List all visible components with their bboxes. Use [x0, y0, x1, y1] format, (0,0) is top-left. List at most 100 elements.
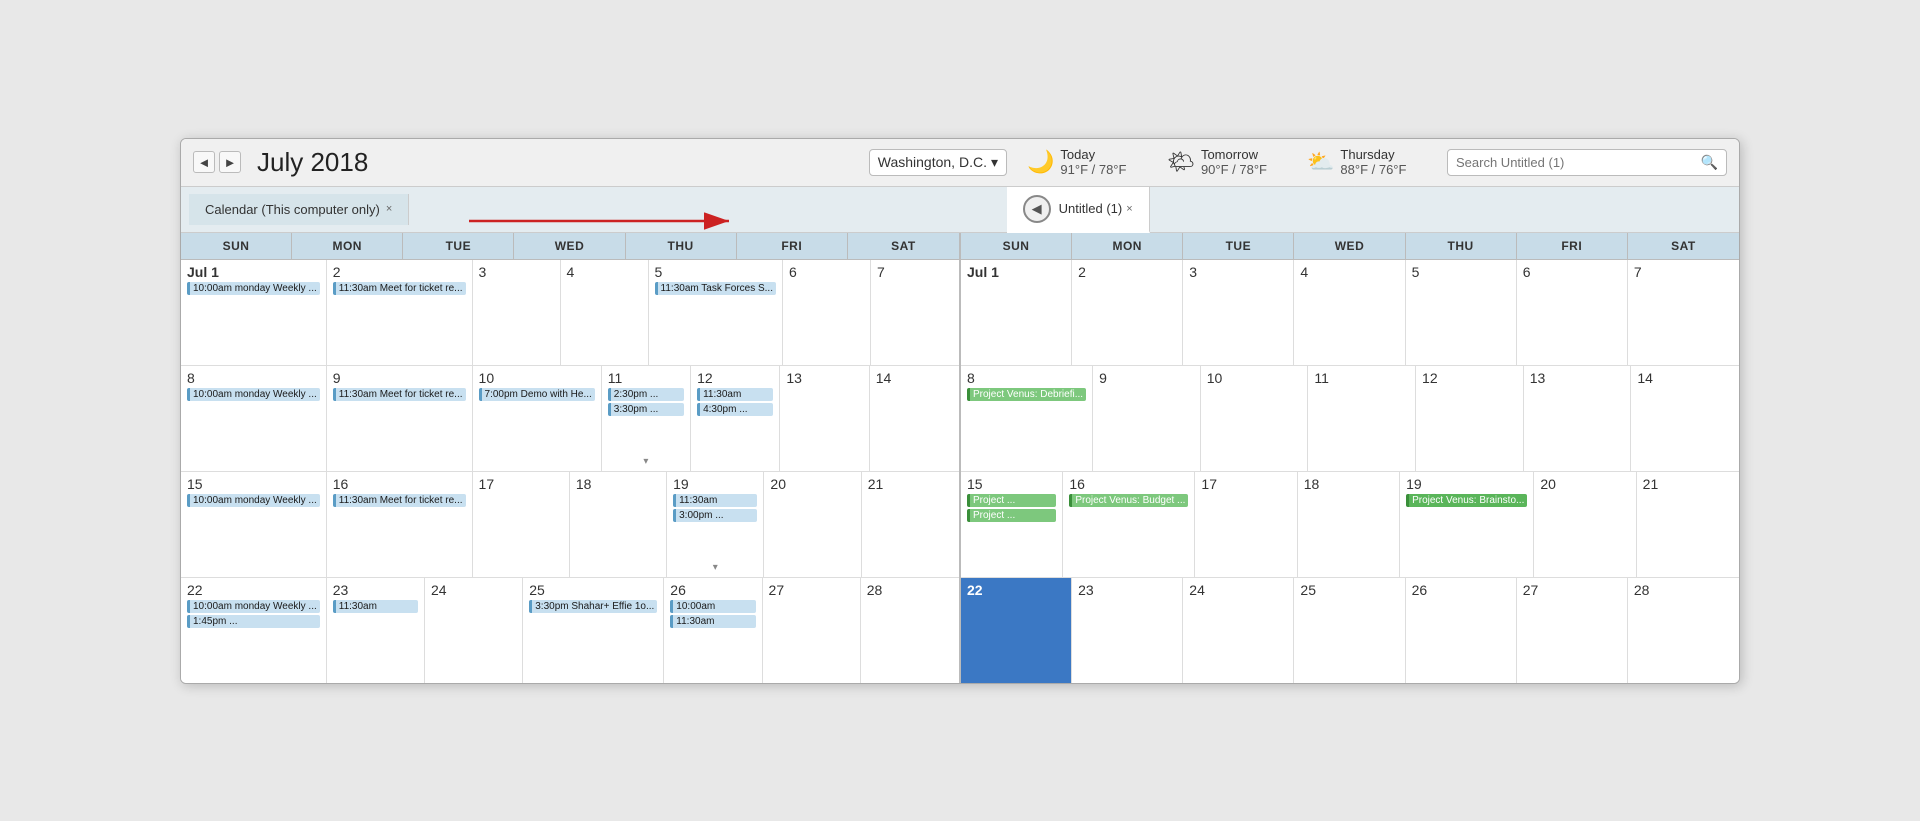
top-bar: ◄ ► July 2018 Washington, D.C. ▾ 🌙 Today…: [181, 139, 1739, 187]
right-day-27[interactable]: 27: [1517, 578, 1628, 683]
right-day-9[interactable]: 9: [1093, 366, 1201, 471]
left-day-10[interactable]: 10 7:00pm Demo with He...: [473, 366, 602, 471]
left-day-11[interactable]: 11 2:30pm ... 3:30pm ... ▾: [602, 366, 691, 471]
left-week-2: 8 10:00am monday Weekly ... 9 11:30am Me…: [181, 366, 959, 472]
left-header-wed: WED: [514, 233, 625, 259]
right-day-10[interactable]: 10: [1201, 366, 1309, 471]
right-week-1: Jul 1 2 3 4 5 6 7: [961, 260, 1739, 366]
left-day-7[interactable]: 7: [871, 260, 959, 365]
tab-back-button[interactable]: ◀: [1023, 195, 1051, 223]
left-day-24[interactable]: 24: [425, 578, 523, 683]
weather-thursday: ⛅ Thursday 88°F / 76°F: [1307, 147, 1427, 177]
left-day-20[interactable]: 20: [764, 472, 861, 577]
right-day-17[interactable]: 17: [1195, 472, 1297, 577]
tab-left-close[interactable]: ×: [386, 203, 392, 215]
weather-tomorrow: 🌤 Tomorrow 90°F / 78°F: [1167, 147, 1287, 177]
right-day-jul1[interactable]: Jul 1: [961, 260, 1072, 365]
left-day-13[interactable]: 13: [780, 366, 869, 471]
left-day-6[interactable]: 6: [783, 260, 871, 365]
left-day-5[interactable]: 5 11:30am Task Forces S...: [649, 260, 783, 365]
left-day-jul1[interactable]: Jul 1 10:00am monday Weekly ...: [181, 260, 327, 365]
dropdown-indicator-19: ▾: [713, 562, 718, 573]
right-header-sat: SAT: [1628, 233, 1739, 259]
left-day-21[interactable]: 21: [862, 472, 959, 577]
right-day-18[interactable]: 18: [1298, 472, 1400, 577]
right-header-tue: TUE: [1183, 233, 1294, 259]
right-day-7[interactable]: 7: [1628, 260, 1739, 365]
weather-today-icon: 🌙: [1027, 149, 1054, 175]
right-header-mon: MON: [1072, 233, 1183, 259]
right-day-15[interactable]: 15 Project ... Project ...: [961, 472, 1063, 577]
left-day-17[interactable]: 17: [473, 472, 570, 577]
next-month-button[interactable]: ►: [219, 151, 241, 173]
left-week-1: Jul 1 10:00am monday Weekly ... 2 11:30a…: [181, 260, 959, 366]
weather-thursday-icon: ⛅: [1307, 149, 1334, 175]
right-day-21[interactable]: 21: [1637, 472, 1739, 577]
left-header-tue: TUE: [403, 233, 514, 259]
right-day-11[interactable]: 11: [1308, 366, 1416, 471]
right-day-26[interactable]: 26: [1406, 578, 1517, 683]
left-day-26[interactable]: 26 10:00am 11:30am: [664, 578, 762, 683]
right-day-13[interactable]: 13: [1524, 366, 1632, 471]
calendar-right: SUN MON TUE WED THU FRI SAT Jul 1 2 3 4 …: [961, 233, 1739, 683]
left-day-16[interactable]: 16 11:30am Meet for ticket re...: [327, 472, 473, 577]
month-title: July 2018: [257, 147, 417, 178]
tab-left-calendar[interactable]: Calendar (This computer only) ×: [189, 194, 409, 225]
left-header-fri: FRI: [737, 233, 848, 259]
right-day-23[interactable]: 23: [1072, 578, 1183, 683]
right-day-28[interactable]: 28: [1628, 578, 1739, 683]
right-day-2[interactable]: 2: [1072, 260, 1183, 365]
weather-tomorrow-icon: 🌤: [1167, 149, 1195, 175]
calendars-container: SUN MON TUE WED THU FRI SAT Jul 1 10:00a…: [181, 233, 1739, 683]
left-header-sat: SAT: [848, 233, 959, 259]
right-day-16[interactable]: 16 Project Venus: Budget ...: [1063, 472, 1195, 577]
right-day-20[interactable]: 20: [1534, 472, 1636, 577]
right-day-24[interactable]: 24: [1183, 578, 1294, 683]
tabs-row: Calendar (This computer only) × ◀ Untitl…: [181, 187, 1739, 233]
left-day-8[interactable]: 8 10:00am monday Weekly ...: [181, 366, 327, 471]
weather-tomorrow-day: Tomorrow: [1201, 147, 1267, 162]
left-day-18[interactable]: 18: [570, 472, 667, 577]
left-day-2[interactable]: 2 11:30am Meet for ticket re...: [327, 260, 473, 365]
app-window: ◄ ► July 2018 Washington, D.C. ▾ 🌙 Today…: [180, 138, 1740, 684]
left-day-9[interactable]: 9 11:30am Meet for ticket re...: [327, 366, 473, 471]
right-day-14[interactable]: 14: [1631, 366, 1739, 471]
left-day-15[interactable]: 15 10:00am monday Weekly ...: [181, 472, 327, 577]
right-day-5[interactable]: 5: [1406, 260, 1517, 365]
location-text: Washington, D.C.: [878, 154, 987, 170]
left-week-3: 15 10:00am monday Weekly ... 16 11:30am …: [181, 472, 959, 578]
left-day-22[interactable]: 22 10:00am monday Weekly ... 1:45pm ...: [181, 578, 327, 683]
left-header-mon: MON: [292, 233, 403, 259]
right-day-3[interactable]: 3: [1183, 260, 1294, 365]
left-day-19[interactable]: 19 11:30am 3:00pm ... ▾: [667, 472, 764, 577]
right-day-25[interactable]: 25: [1294, 578, 1405, 683]
right-week-3: 15 Project ... Project ... 16 Project Ve…: [961, 472, 1739, 578]
weather-today-temp: 91°F / 78°F: [1060, 162, 1126, 177]
right-day-8[interactable]: 8 Project Venus: Debriefi...: [961, 366, 1093, 471]
left-day-28[interactable]: 28: [861, 578, 959, 683]
right-header-sun: SUN: [961, 233, 1072, 259]
right-day-19[interactable]: 19 Project Venus: Brainsto...: [1400, 472, 1534, 577]
right-day-22-today[interactable]: 22: [961, 578, 1072, 683]
search-input[interactable]: [1456, 155, 1695, 170]
left-day-12[interactable]: 12 11:30am 4:30pm ...: [691, 366, 780, 471]
left-day-3[interactable]: 3: [473, 260, 561, 365]
left-day-27[interactable]: 27: [763, 578, 861, 683]
right-header-wed: WED: [1294, 233, 1405, 259]
right-day-4[interactable]: 4: [1294, 260, 1405, 365]
right-day-6[interactable]: 6: [1517, 260, 1628, 365]
left-day-4[interactable]: 4: [561, 260, 649, 365]
left-header-sun: SUN: [181, 233, 292, 259]
tab-right-close[interactable]: ×: [1126, 203, 1132, 215]
left-day-14[interactable]: 14: [870, 366, 959, 471]
right-header-thu: THU: [1406, 233, 1517, 259]
tab-right-calendar[interactable]: ◀ Untitled (1) ×: [1007, 187, 1150, 233]
location-selector[interactable]: Washington, D.C. ▾: [869, 149, 1007, 176]
prev-month-button[interactable]: ◄: [193, 151, 215, 173]
weather-today: 🌙 Today 91°F / 78°F: [1027, 147, 1147, 177]
left-day-23[interactable]: 23 11:30am: [327, 578, 425, 683]
nav-arrows: ◄ ►: [193, 151, 241, 173]
weather-section: Washington, D.C. ▾ 🌙 Today 91°F / 78°F 🌤…: [869, 147, 1727, 177]
right-day-12[interactable]: 12: [1416, 366, 1524, 471]
left-day-25[interactable]: 25 3:30pm Shahar+ Effie 1o...: [523, 578, 664, 683]
